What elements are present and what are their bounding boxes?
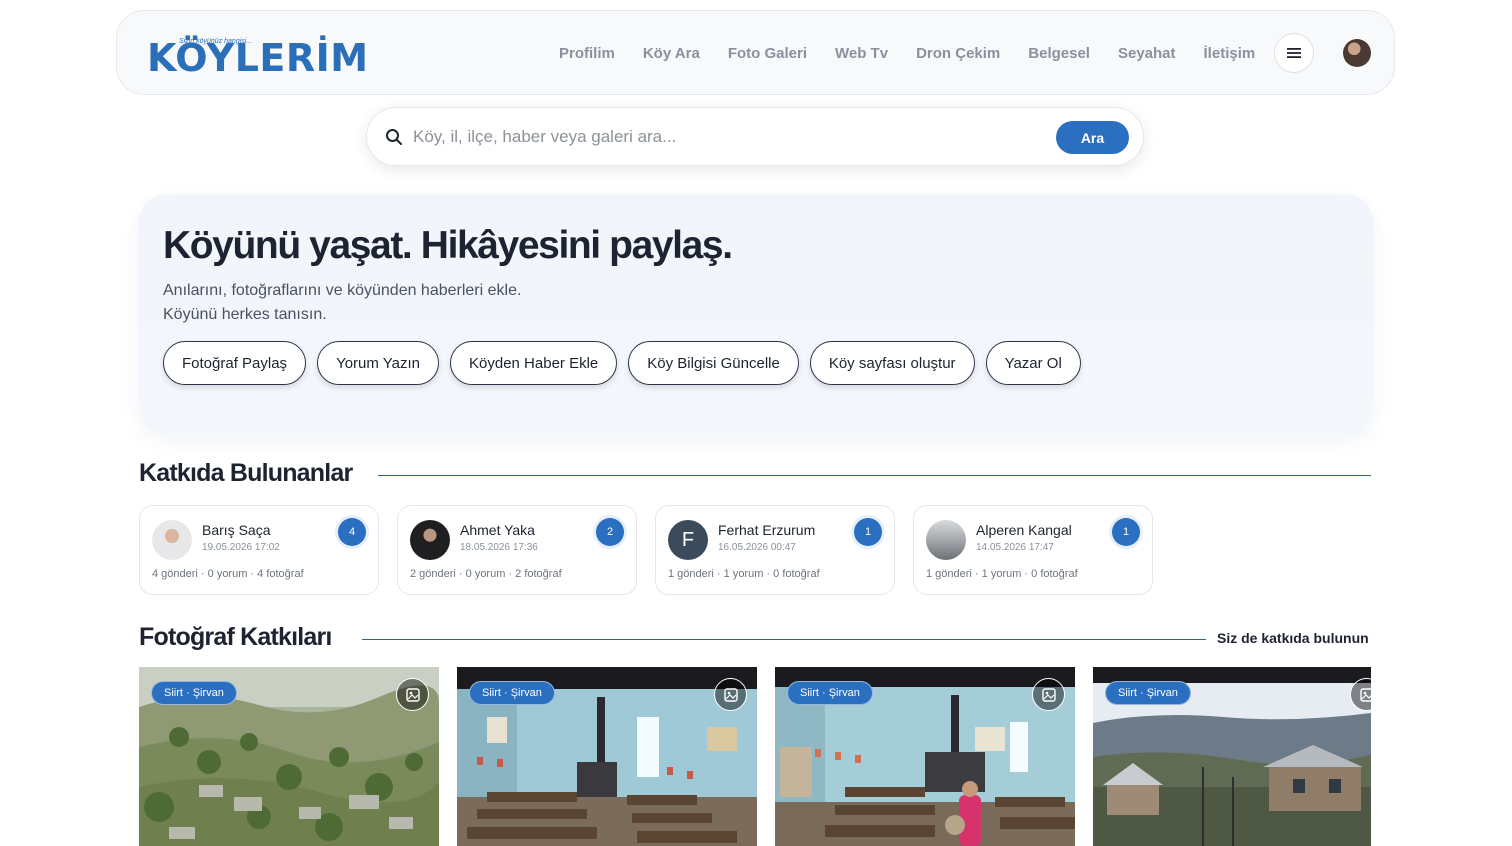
contributor-stats: 4 gönderi · 0 yorum · 4 fotoğraf bbox=[152, 568, 304, 580]
photo-card[interactable]: Siirt · Şirvan bbox=[1093, 667, 1371, 846]
contributor-stats: 2 gönderi · 0 yorum · 2 fotoğraf bbox=[410, 568, 562, 580]
contributor-name: Ahmet Yaka bbox=[460, 522, 535, 538]
contribution-count-badge: 1 bbox=[854, 518, 882, 546]
contributor-avatar bbox=[926, 520, 966, 560]
hero-actions: Fotoğraf Paylaş Yorum Yazın Köyden Haber… bbox=[163, 341, 1092, 385]
site-logo[interactable]: Sizin köyünüz hangisi... KÖYLERİM bbox=[145, 25, 368, 81]
hero-panel: Köyünü yaşat. Hikâyesini paylaş. Anıları… bbox=[139, 195, 1373, 435]
hamburger-icon bbox=[1287, 48, 1301, 58]
hero-subtitle-line-1: Anılarını, fotoğraflarını ve köyünden ha… bbox=[163, 282, 522, 299]
contributor-stats: 1 gönderi · 1 yorum · 0 fotoğraf bbox=[926, 568, 1078, 580]
contribute-link[interactable]: Siz de katkıda bulunun bbox=[1217, 630, 1369, 646]
contributor-date: 18.05.2026 17:36 bbox=[460, 542, 538, 553]
location-tag: Siirt · Şirvan bbox=[151, 681, 237, 705]
update-village-info-button[interactable]: Köy Bilgisi Güncelle bbox=[628, 341, 799, 385]
photo-card[interactable]: Siirt · Şirvan bbox=[139, 667, 439, 846]
search-input[interactable] bbox=[413, 120, 1043, 154]
logo-text: KÖYLERİM bbox=[147, 36, 369, 80]
menu-button[interactable] bbox=[1274, 33, 1314, 73]
location-tag: Siirt · Şirvan bbox=[469, 681, 555, 705]
contributor-card[interactable]: Barış Saça 19.05.2026 17:02 4 4 gönderi … bbox=[139, 505, 379, 595]
contributors-list: Barış Saça 19.05.2026 17:02 4 4 gönderi … bbox=[139, 505, 1171, 595]
photo-grid: Siirt · Şirvan Siirt · Şirvan Siirt · Şi… bbox=[139, 667, 1371, 846]
search-icon bbox=[386, 129, 402, 145]
user-avatar[interactable] bbox=[1343, 39, 1371, 67]
nav-item-dron-cekim[interactable]: Dron Çekim bbox=[916, 45, 1000, 62]
nav-item-web-tv[interactable]: Web Tv bbox=[835, 45, 888, 62]
photo-card[interactable]: Siirt · Şirvan bbox=[457, 667, 757, 846]
contributor-avatar bbox=[410, 520, 450, 560]
add-village-news-button[interactable]: Köyden Haber Ekle bbox=[450, 341, 618, 385]
write-comment-button[interactable]: Yorum Yazın bbox=[317, 341, 440, 385]
nav-item-profilim[interactable]: Profilim bbox=[559, 45, 615, 62]
contributors-divider bbox=[378, 475, 1371, 476]
image-icon bbox=[714, 678, 747, 711]
image-icon bbox=[1032, 678, 1065, 711]
contributor-avatar bbox=[152, 520, 192, 560]
location-tag: Siirt · Şirvan bbox=[787, 681, 873, 705]
nav-item-foto-galeri[interactable]: Foto Galeri bbox=[728, 45, 807, 62]
nav-item-seyahat[interactable]: Seyahat bbox=[1118, 45, 1176, 62]
nav-item-belgesel[interactable]: Belgesel bbox=[1028, 45, 1090, 62]
contributor-date: 16.05.2026 00:47 bbox=[718, 542, 796, 553]
location-tag: Siirt · Şirvan bbox=[1105, 681, 1191, 705]
contributor-stats: 1 gönderi · 1 yorum · 0 fotoğraf bbox=[668, 568, 820, 580]
contributor-date: 19.05.2026 17:02 bbox=[202, 542, 280, 553]
hero-title: Köyünü yaşat. Hikâyesini paylaş. bbox=[163, 224, 733, 267]
photos-title: Fotoğraf Katkıları bbox=[139, 623, 332, 651]
contributor-card[interactable]: F Ferhat Erzurum 16.05.2026 00:47 1 1 gö… bbox=[655, 505, 895, 595]
photo-card[interactable]: Siirt · Şirvan bbox=[775, 667, 1075, 846]
main-nav: Profilim Köy Ara Foto Galeri Web Tv Dron… bbox=[559, 11, 1283, 96]
contributor-name: Barış Saça bbox=[202, 522, 271, 538]
contribution-count-badge: 2 bbox=[596, 518, 624, 546]
contributor-card[interactable]: Alperen Kangal 14.05.2026 17:47 1 1 gönd… bbox=[913, 505, 1153, 595]
contributor-avatar: F bbox=[668, 520, 708, 560]
become-author-button[interactable]: Yazar Ol bbox=[985, 341, 1081, 385]
photos-divider bbox=[362, 639, 1206, 640]
contributor-card[interactable]: Ahmet Yaka 18.05.2026 17:36 2 2 gönderi … bbox=[397, 505, 637, 595]
contributor-name: Alperen Kangal bbox=[976, 522, 1072, 538]
search-bar: Ara bbox=[366, 107, 1144, 166]
share-photo-button[interactable]: Fotoğraf Paylaş bbox=[163, 341, 307, 385]
contributors-title: Katkıda Bulunanlar bbox=[139, 459, 353, 487]
hero-subtitle: Anılarını, fotoğraflarını ve köyünden ha… bbox=[163, 279, 521, 327]
image-icon bbox=[396, 678, 429, 711]
nav-item-iletisim[interactable]: İletişim bbox=[1204, 45, 1256, 62]
contributor-name: Ferhat Erzurum bbox=[718, 522, 816, 538]
hero-subtitle-line-2: Köyünü herkes tanısın. bbox=[163, 306, 327, 323]
nav-item-koy-ara[interactable]: Köy Ara bbox=[643, 45, 700, 62]
search-button[interactable]: Ara bbox=[1056, 121, 1129, 154]
contribution-count-badge: 1 bbox=[1112, 518, 1140, 546]
contributor-date: 14.05.2026 17:47 bbox=[976, 542, 1054, 553]
contribution-count-badge: 4 bbox=[338, 518, 366, 546]
create-village-page-button[interactable]: Köy sayfası oluştur bbox=[809, 341, 975, 385]
site-header: Sizin köyünüz hangisi... KÖYLERİM Profil… bbox=[116, 10, 1395, 95]
